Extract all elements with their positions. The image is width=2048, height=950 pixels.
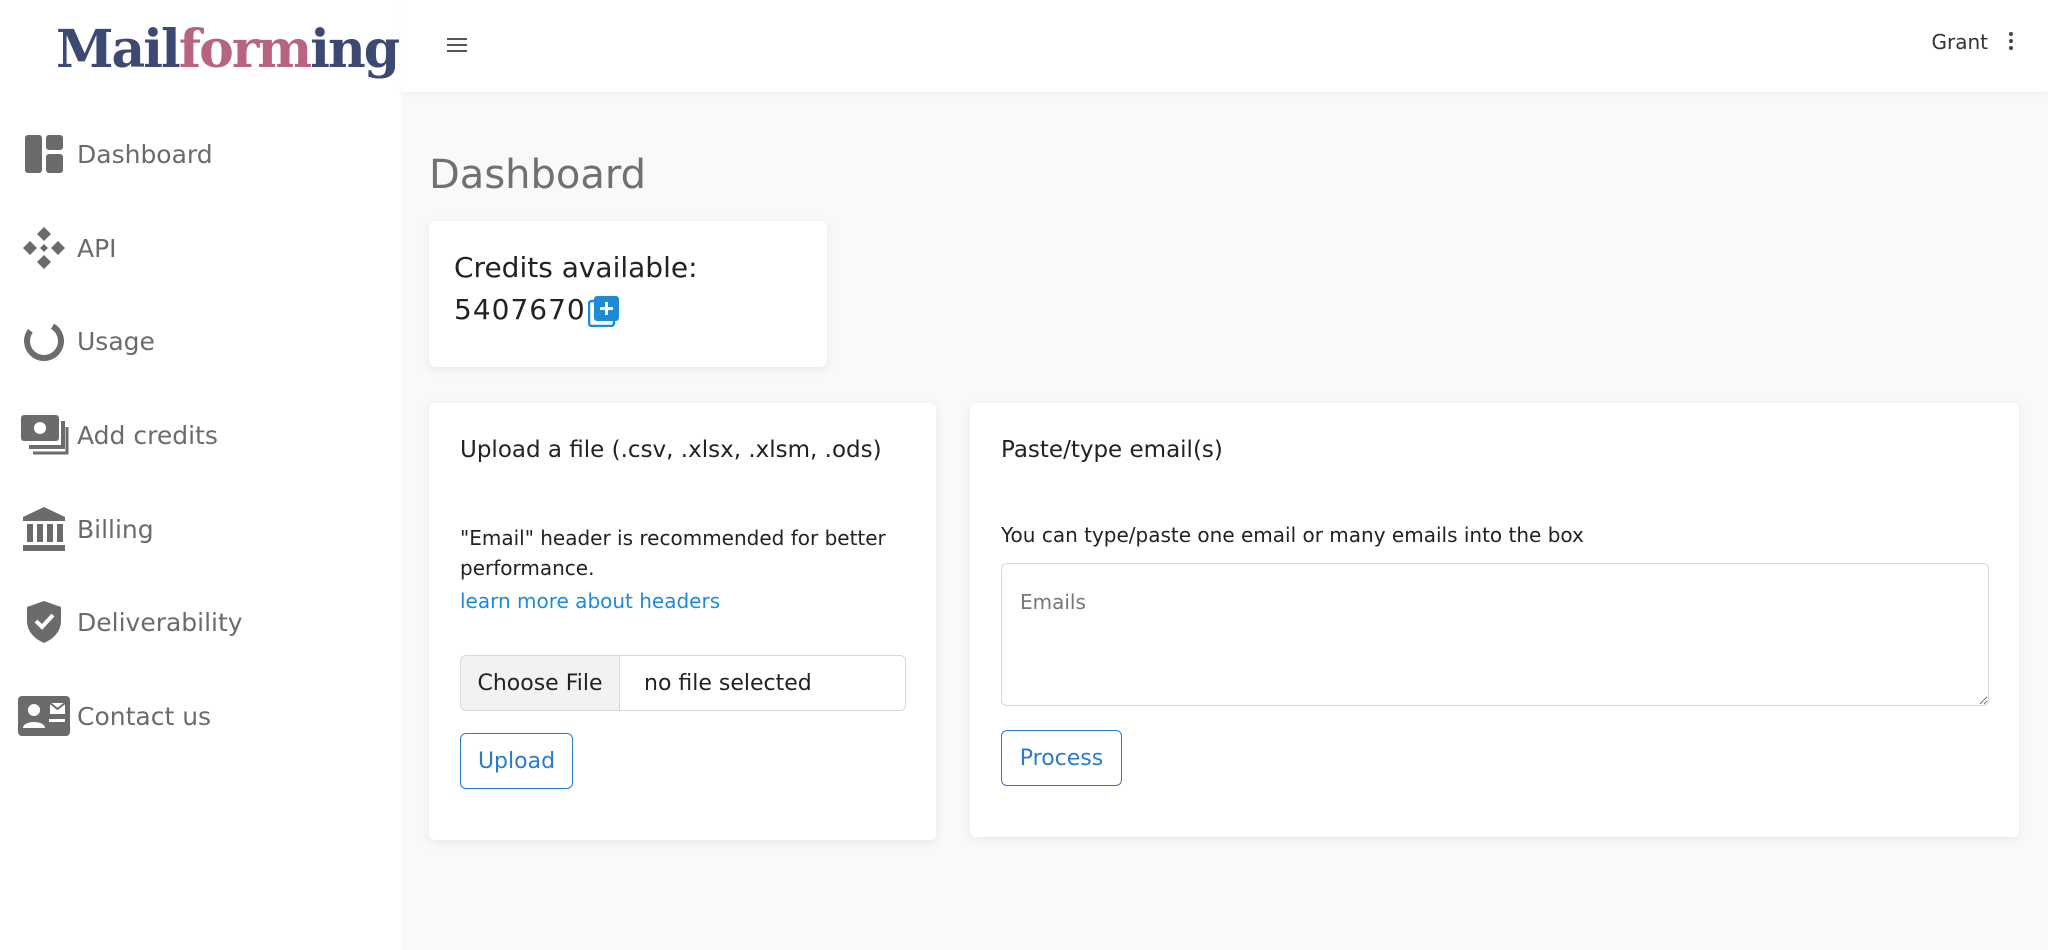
sidebar-item-label: Deliverability	[77, 607, 243, 637]
sidebar-item-label: Dashboard	[77, 139, 213, 169]
sidebar-item-deliverability[interactable]: Deliverability	[18, 592, 243, 652]
sidebar: Mailforming» Dashboard API	[0, 0, 416, 950]
sidebar-item-dashboard[interactable]: Dashboard	[18, 124, 213, 184]
file-status: no file selected	[644, 670, 812, 696]
paste-title: Paste/type email(s)	[1001, 437, 1223, 463]
add-credits-icon[interactable]	[587, 295, 620, 328]
upload-card: Upload a file (.csv, .xlsx, .xlsm, .ods)…	[429, 403, 936, 840]
money-icon	[18, 409, 70, 461]
brand-logo[interactable]: Mailforming»	[56, 18, 416, 82]
api-icon	[18, 222, 70, 274]
sidebar-item-add-credits[interactable]: Add credits	[18, 405, 218, 465]
kebab-icon[interactable]	[2004, 32, 2018, 54]
dashboard-icon	[18, 128, 70, 180]
user-name[interactable]: Grant	[1932, 30, 1989, 54]
paste-hint: You can type/paste one email or many ema…	[1001, 523, 1584, 547]
learn-more-link[interactable]: learn more about headers	[460, 589, 720, 613]
hamburger-icon[interactable]	[443, 34, 471, 58]
sidebar-item-label: Add credits	[77, 420, 218, 450]
contact-card-icon	[18, 690, 70, 742]
process-button[interactable]: Process	[1001, 730, 1122, 786]
sidebar-item-contact-us[interactable]: Contact us	[18, 686, 211, 746]
sidebar-item-usage[interactable]: Usage	[18, 311, 155, 371]
sidebar-item-label: Contact us	[77, 701, 212, 731]
shield-check-icon	[18, 596, 70, 648]
brand-part-2: form	[178, 19, 312, 80]
credits-card: Credits available: 5407670	[429, 221, 827, 367]
sidebar-item-billing[interactable]: Billing	[18, 499, 154, 559]
page-title: Dashboard	[429, 152, 647, 198]
upload-title: Upload a file (.csv, .xlsx, .xlsm, .ods)	[460, 437, 882, 463]
sidebar-item-api[interactable]: API	[18, 218, 117, 278]
credits-label: Credits available:	[454, 251, 698, 284]
file-input[interactable]: Choose File no file selected	[460, 655, 906, 711]
paste-card: Paste/type email(s) You can type/paste o…	[970, 403, 2019, 837]
upload-hint: "Email" header is recommended for better…	[460, 526, 886, 580]
upload-button[interactable]: Upload	[460, 733, 573, 789]
bank-icon	[18, 503, 70, 555]
brand-part-3: ing	[310, 19, 400, 80]
top-bar: Grant	[401, 0, 2048, 92]
sidebar-item-label: API	[77, 233, 117, 263]
sidebar-item-label: Usage	[77, 326, 155, 356]
credits-value: 5407670	[454, 293, 586, 326]
emails-textarea[interactable]	[1001, 563, 1989, 706]
brand-part-1: Mail	[56, 19, 181, 80]
usage-icon	[18, 315, 70, 367]
choose-file-button[interactable]: Choose File	[461, 656, 620, 710]
sidebar-item-label: Billing	[77, 514, 154, 544]
